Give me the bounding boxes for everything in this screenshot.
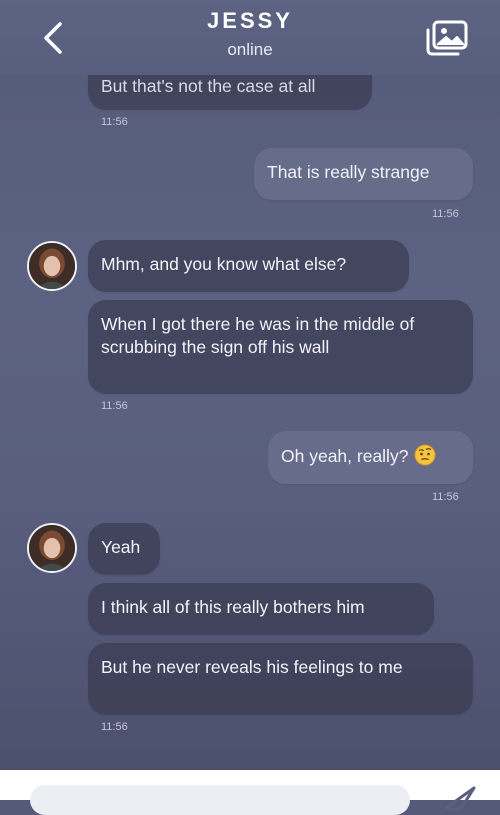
message-time: 11:56 <box>432 491 459 503</box>
contact-avatar[interactable] <box>27 241 77 291</box>
message-time: 11:56 <box>101 721 128 733</box>
message-bubble-me[interactable]: That is really strange <box>254 148 473 200</box>
contact-photo <box>29 243 75 289</box>
message-bubble-contact[interactable]: Mhm, and you know what else? <box>88 240 409 292</box>
message-time: 11:56 <box>101 116 128 128</box>
contact-photo <box>29 525 75 571</box>
image-gallery-icon <box>426 20 468 56</box>
gallery-button[interactable] <box>424 18 470 58</box>
message-input[interactable] <box>30 785 410 815</box>
message-bubble-contact[interactable]: Yeah <box>88 523 160 575</box>
message-bubble-contact[interactable]: But he never reveals his feelings to me <box>88 643 473 715</box>
message-bubble-contact[interactable]: I think all of this really bothers him <box>88 583 434 635</box>
chat-header: JESSY online <box>0 0 500 75</box>
send-arrow-icon <box>444 786 476 812</box>
message-time: 11:56 <box>101 400 128 412</box>
raised-eyebrow-emoji <box>414 444 436 466</box>
send-button[interactable] <box>440 780 480 812</box>
message-time: 11:56 <box>432 208 459 220</box>
contact-avatar[interactable] <box>27 523 77 573</box>
message-text: Oh yeah, really? <box>281 446 409 466</box>
message-bubble-contact[interactable]: When I got there he was in the middle of… <box>88 300 473 394</box>
message-bubble-me[interactable]: Oh yeah, really? <box>268 431 473 484</box>
